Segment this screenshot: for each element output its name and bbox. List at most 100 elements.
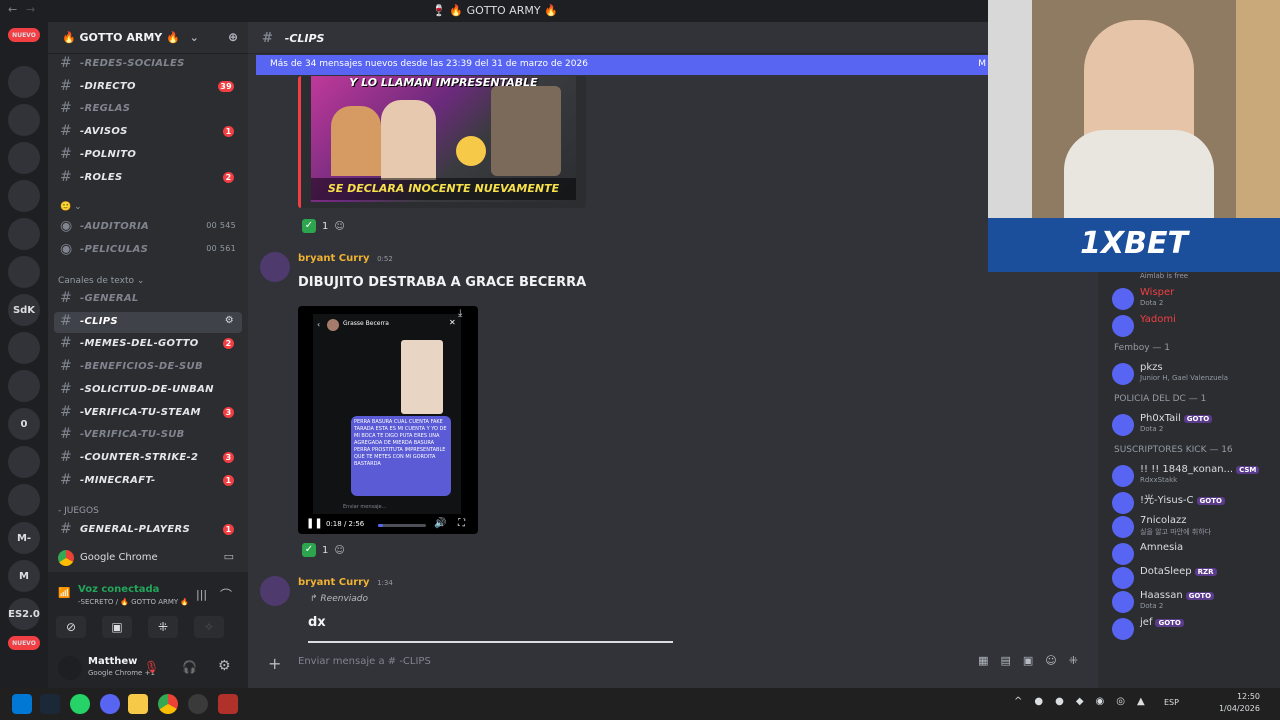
server-icon[interactable] [8,332,40,364]
server-icon[interactable]: SdK [8,294,40,326]
server-icon[interactable] [8,66,40,98]
channel-item[interactable]: # -VERIFICA-TU-SUB [54,425,242,446]
stream-bar[interactable]: Google Chrome ▭ [48,544,248,572]
member-item[interactable]: pkzs Junior H, Gael Valenzuela [1112,361,1280,387]
add-reaction-icon[interactable]: ☺ [334,545,344,556]
add-reaction-icon[interactable]: ☺ [334,221,344,232]
pause-icon[interactable]: ❚❚ [306,518,323,529]
channel-item[interactable]: # -MEMES-DEL-GOTTO 2 [54,334,242,355]
volume-icon[interactable]: 🔊 [434,518,446,529]
reaction-check[interactable]: ✓ 1 ☺ [302,216,345,236]
download-icon[interactable]: ⤓ [458,308,462,319]
channel-item[interactable]: # -POLNITO [54,145,242,166]
member-item[interactable]: Amnesia [1112,541,1280,567]
member-item[interactable]: 7nicolazz 실을 알고 마안에 취하다 [1112,514,1280,540]
camera-off-icon[interactable]: ⊘ [56,616,86,638]
channel-item[interactable]: # -AVISOS 1 [54,122,242,143]
reaction-check-2[interactable]: ✓ 1 ☺ [302,540,345,560]
channel-item[interactable]: # -CLIPS ⚙ [54,311,242,333]
activities-icon[interactable]: ⁜ [148,616,178,638]
message-input[interactable]: + Enviar mensaje a # -CLIPS ▦▤▣☺⁜ [262,648,1098,680]
obs-icon[interactable] [188,694,208,714]
clock-date[interactable]: 1/04/2026 [1200,704,1260,713]
channel-item[interactable]: # -REDES-SOCIALES [54,54,242,75]
server-icon[interactable]: NUEVO [8,28,40,42]
server-icon[interactable]: ES2.0 [8,598,40,630]
server-icon[interactable] [8,142,40,174]
member-item[interactable]: Ph0xTail GOTO Dota 2 [1112,412,1280,438]
clock-time[interactable]: 12:50 [1200,692,1260,701]
server-icon[interactable] [8,104,40,136]
server-icon[interactable] [8,484,40,516]
fullscreen-icon[interactable]: ⛶ [458,518,465,529]
mic-muted-icon[interactable]: 🎙 [144,660,159,674]
settings-gear-icon[interactable]: ⚙ [218,658,231,674]
video-seek-bar[interactable] [378,524,426,527]
member-item[interactable]: DotaSleep RZR [1112,565,1280,591]
voice-channel-item[interactable]: ◉ -PELICULAS 00 561 [54,240,242,261]
chrome-icon[interactable] [158,694,178,714]
input-toolbar-icons[interactable]: ▦▤▣☺⁜ [978,654,1090,667]
voice-channel-name[interactable]: -SECRETO / 🔥 GOTTO ARMY 🔥 [78,598,208,606]
language-indicator[interactable]: ESP [1164,698,1179,707]
deafened-icon[interactable]: 🎧 [182,660,197,674]
server-name-header[interactable]: 🔥 GOTTO ARMY 🔥 ⌄ ⊕ [48,22,248,54]
video-player[interactable]: ‹ Grasse Becerra ✕ PERRA BASURA CUAL CUE… [298,306,478,534]
server-icon[interactable]: M- [8,522,40,554]
voice-status[interactable]: Voz conectada [78,584,159,595]
member-item[interactable]: Haassan GOTO Dota 2 [1112,589,1280,615]
mark-read[interactable]: M [978,59,986,69]
server-icon[interactable]: NUEVO [8,636,40,650]
server-icon[interactable] [8,256,40,288]
dota-icon[interactable] [218,694,238,714]
user-avatar[interactable] [58,656,82,680]
channel-item[interactable]: # -COUNTER-STRIKE-2 3 [54,448,242,469]
author-avatar[interactable] [260,252,290,282]
emoji-category[interactable]: 🙂 ⌄ [60,202,82,212]
member-item[interactable]: jef GOTO [1112,616,1280,642]
voice-channel-item[interactable]: ◉ -AUDITORIA 00 545 [54,217,242,238]
author-name[interactable]: bryant Curry [298,253,370,264]
author-name[interactable]: bryant Curry [298,577,370,588]
screen-share-icon[interactable]: ▭ [224,550,234,563]
channel-item[interactable]: # -SOLICITUD-DE-UNBAN [54,380,242,401]
new-messages-banner[interactable]: Más de 34 mensajes nuevos desde las 23:3… [256,55,990,75]
server-icon[interactable] [8,370,40,402]
server-icon[interactable] [8,446,40,478]
add-attachment-icon[interactable]: + [268,654,281,673]
games-category[interactable]: - JUEGOS [58,506,99,516]
hash-icon: # [60,312,73,329]
windows-start-icon[interactable] [12,694,32,714]
text-channels-category[interactable]: Canales de texto ⌄ [58,276,144,286]
channel-item[interactable]: # -MINECRAFT- 1 [54,471,242,492]
channel-item[interactable]: # -BENEFICIOS-DE-SUB [54,357,242,378]
server-icon[interactable]: M [8,560,40,592]
server-icon[interactable]: 0 [8,408,40,440]
channel-item[interactable]: # -DIRECTO 39 [54,77,242,98]
server-icon[interactable] [8,180,40,212]
disconnect-icon[interactable]: ⌒ [220,586,232,603]
soundboard-icon[interactable]: ✧ [194,616,224,638]
channel-item[interactable]: # -ROLES 2 [54,168,242,189]
whatsapp-icon[interactable] [70,694,90,714]
member-item[interactable]: !光-Yisus-C GOTO [1112,490,1280,516]
channel-general-players[interactable]: # GENERAL-PLAYERS 1 [54,520,242,541]
member-item[interactable]: !! !! 1848_ĸonan... CSM RdxxStakk [1112,463,1280,489]
author-avatar[interactable] [260,576,290,606]
member-item[interactable]: Wisper Dota 2 [1112,286,1280,312]
channel-item[interactable]: # -REGLAS [54,99,242,120]
share-screen-icon[interactable]: ▣ [102,616,132,638]
noise-suppression-icon[interactable]: ||| [196,588,207,601]
discord-icon[interactable] [100,694,120,714]
channel-item[interactable]: # -GENERAL [54,289,242,310]
file-explorer-icon[interactable] [128,694,148,714]
tray-icons[interactable]: ^●●◆◉◎▲ [1014,696,1157,707]
channel-settings-icon[interactable]: ⚙ [225,315,234,326]
channel-item[interactable]: # -VERIFICA-TU-STEAM 3 [54,403,242,424]
add-member-icon[interactable]: ⊕ [228,30,238,44]
server-icon[interactable] [8,218,40,250]
member-item[interactable]: Yadomi [1112,313,1280,339]
user-name[interactable]: Matthew [88,656,137,667]
steam-icon[interactable] [40,694,60,714]
embed-thumbnail[interactable]: Y LO LLAMAN IMPRESENTABLE SE DECLARA INO… [311,76,576,202]
